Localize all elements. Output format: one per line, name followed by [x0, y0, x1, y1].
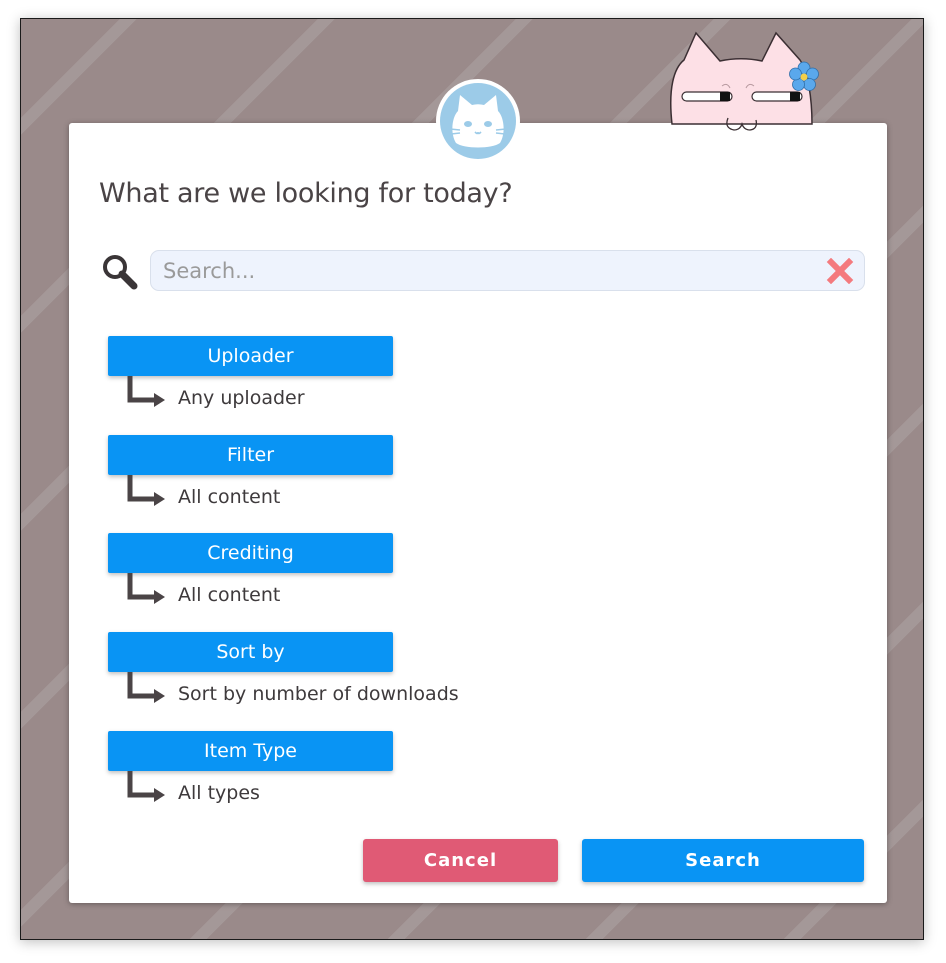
turn-right-arrow-icon	[127, 573, 165, 604]
sort-by-value: Sort by number of downloads	[178, 683, 459, 705]
item-type-button[interactable]: Item Type	[108, 731, 393, 771]
crediting-value: All content	[178, 584, 281, 606]
filter-value: All content	[178, 486, 281, 508]
avatar	[436, 79, 520, 163]
turn-right-arrow-icon	[127, 771, 165, 802]
search-icon	[103, 255, 138, 290]
turn-right-arrow-icon	[127, 376, 165, 407]
cancel-button[interactable]: Cancel	[363, 839, 558, 882]
search-button[interactable]: Search	[582, 839, 864, 882]
sort-by-button[interactable]: Sort by	[108, 632, 393, 672]
turn-right-arrow-icon	[127, 672, 165, 703]
filter-button[interactable]: Filter	[108, 435, 393, 475]
item-type-value: All types	[178, 782, 260, 804]
uploader-button[interactable]: Uploader	[108, 336, 393, 376]
turn-right-arrow-icon	[127, 475, 165, 506]
search-input[interactable]	[150, 250, 865, 291]
dialog-title: What are we looking for today?	[99, 178, 513, 209]
cat-face-icon	[449, 95, 507, 148]
mascot-mouth-icon	[726, 117, 758, 131]
uploader-value: Any uploader	[178, 387, 305, 409]
crediting-button[interactable]: Crediting	[108, 533, 393, 573]
clear-search-icon[interactable]	[826, 258, 854, 284]
